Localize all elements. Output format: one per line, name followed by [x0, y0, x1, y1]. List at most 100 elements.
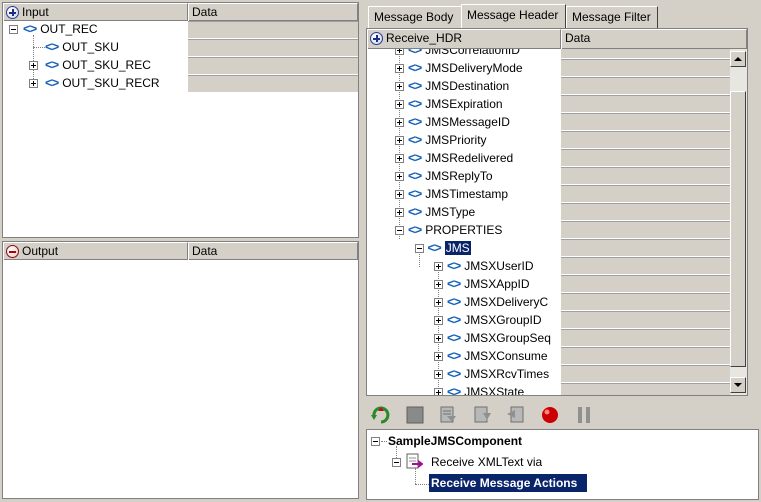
data-cell[interactable]: [188, 21, 358, 39]
expand-toggle-icon[interactable]: [395, 82, 404, 91]
data-cell[interactable]: [561, 383, 731, 395]
scroll-thumb[interactable]: [730, 91, 746, 367]
expand-toggle-icon[interactable]: [395, 190, 404, 199]
data-cell[interactable]: [561, 59, 731, 77]
data-cell[interactable]: [561, 203, 731, 221]
tree-node-jmsxuserid[interactable]: <> JMSXUserID: [447, 257, 534, 275]
data-cell[interactable]: [561, 293, 731, 311]
data-cell[interactable]: [561, 185, 731, 203]
data-cell[interactable]: [561, 149, 731, 167]
step-into-icon[interactable]: [471, 404, 493, 426]
data-cell[interactable]: [561, 257, 731, 275]
pause-icon[interactable]: [573, 404, 595, 426]
data-cell[interactable]: [561, 329, 731, 347]
data-cell[interactable]: [188, 39, 358, 57]
data-cell[interactable]: [561, 95, 731, 113]
expand-toggle-icon[interactable]: [29, 79, 38, 88]
data-cell[interactable]: [561, 221, 731, 239]
data-cell[interactable]: [561, 131, 731, 149]
step-icon[interactable]: [437, 404, 459, 426]
tree-node-jmspriority[interactable]: <> JMSPriority: [408, 131, 487, 149]
expand-toggle-icon[interactable]: [434, 334, 443, 343]
input-header: Input Data: [3, 3, 358, 21]
vertical-scrollbar[interactable]: [730, 49, 747, 395]
expand-toggle-icon[interactable]: [434, 388, 443, 395]
tree-node-jmsmessageid[interactable]: <> JMSMessageID: [408, 113, 510, 131]
tab-message-header[interactable]: Message Header: [461, 4, 566, 28]
step-out-icon[interactable]: [505, 404, 527, 426]
expand-toggle-icon[interactable]: [29, 61, 38, 70]
expand-toggle-icon[interactable]: [434, 352, 443, 361]
output-header-cell[interactable]: Output: [3, 242, 188, 260]
refresh-icon[interactable]: [370, 404, 392, 426]
collapse-circle-icon[interactable]: [6, 245, 19, 258]
tree-node-receive-message-actions[interactable]: Receive Message Actions: [429, 474, 588, 492]
tree-node-jmsreplyto[interactable]: <> JMSReplyTo: [408, 167, 493, 185]
expand-toggle-icon[interactable]: [434, 316, 443, 325]
expand-circle-icon[interactable]: [6, 6, 19, 19]
tree-node-sample-jms-component[interactable]: SampleJMSComponent: [388, 432, 522, 450]
expand-toggle-icon[interactable]: [395, 136, 404, 145]
tree-node-jmsxgroupid[interactable]: <> JMSXGroupID: [447, 311, 542, 329]
header-data-column-header[interactable]: Data: [561, 29, 747, 49]
record-icon[interactable]: [539, 404, 561, 426]
data-cell[interactable]: [188, 57, 358, 75]
expand-toggle-icon[interactable]: [434, 280, 443, 289]
receive-hdr-header[interactable]: Receive_HDR: [367, 29, 561, 49]
expand-toggle-icon[interactable]: [395, 100, 404, 109]
expand-toggle-icon[interactable]: [395, 154, 404, 163]
tree-node-jms[interactable]: <> JMS: [428, 239, 471, 257]
data-cell[interactable]: [561, 167, 731, 185]
stop-icon[interactable]: [404, 404, 426, 426]
tree-node-jmsexpiration[interactable]: <> JMSExpiration: [408, 95, 503, 113]
tree-node-jmsxconsume[interactable]: <> JMSXConsume: [447, 347, 548, 365]
expand-circle-icon[interactable]: [370, 32, 383, 45]
tab-message-body[interactable]: Message Body: [368, 6, 462, 28]
tree-node-jmsdestination[interactable]: <> JMSDestination: [408, 77, 509, 95]
tree-node-jmsxstate[interactable]: <> JMSXState: [447, 383, 524, 395]
expand-toggle-icon[interactable]: [395, 208, 404, 217]
tree-node-jmscorrelationid[interactable]: <> JMSCorrelationID: [408, 49, 520, 59]
data-cell[interactable]: [561, 311, 731, 329]
tree-node-out-sku-rec[interactable]: <> OUT_SKU_REC: [45, 56, 151, 74]
tree-node-out-rec[interactable]: <> OUT_REC: [23, 20, 98, 38]
collapse-toggle-icon[interactable]: [414, 244, 424, 253]
tree-node-jmsdeliverymode[interactable]: <> JMSDeliveryMode: [408, 59, 523, 77]
scroll-down-button[interactable]: [730, 377, 746, 393]
expand-toggle-icon[interactable]: [395, 118, 404, 127]
expand-toggle-icon[interactable]: [395, 172, 404, 181]
tab-message-filter[interactable]: Message Filter: [566, 6, 658, 28]
tree-node-jmsxrcvtimes[interactable]: <> JMSXRcvTimes: [447, 365, 549, 383]
tree-node-jmstimestamp[interactable]: <> JMSTimestamp: [408, 185, 508, 203]
input-header-cell[interactable]: Input: [3, 3, 188, 21]
expand-toggle-icon[interactable]: [434, 262, 443, 271]
tree-node-properties[interactable]: <> PROPERTIES: [408, 221, 502, 239]
collapse-toggle-icon[interactable]: [371, 437, 380, 446]
tree-node-receive-xmltext[interactable]: Receive XMLText via: [431, 453, 542, 471]
tree-node-out-sku-recr[interactable]: <> OUT_SKU_RECR: [45, 74, 160, 92]
tree-node-jmstype[interactable]: <> JMSType: [408, 203, 475, 221]
collapse-toggle-icon[interactable]: [392, 458, 401, 467]
data-cell[interactable]: [188, 75, 358, 93]
data-cell[interactable]: [561, 347, 731, 365]
data-cell[interactable]: [561, 275, 731, 293]
expand-toggle-icon[interactable]: [434, 298, 443, 307]
collapse-toggle-icon[interactable]: [9, 25, 18, 34]
tree-node-jmsxappid[interactable]: <> JMSXAppID: [447, 275, 530, 293]
data-cell[interactable]: [561, 49, 731, 59]
tree-node-jmsxgroupseq[interactable]: <> JMSXGroupSeq: [447, 329, 551, 347]
data-cell[interactable]: [561, 239, 731, 257]
scroll-up-button[interactable]: [730, 51, 746, 67]
data-cell[interactable]: [561, 77, 731, 95]
data-cell[interactable]: [561, 365, 731, 383]
tree-node-out-sku[interactable]: <> OUT_SKU: [45, 38, 119, 56]
tree-node-jmsxdeliveryc[interactable]: <> JMSXDeliveryC: [447, 293, 548, 311]
expand-toggle-icon[interactable]: [395, 64, 404, 73]
input-data-header[interactable]: Data: [188, 3, 358, 21]
tree-node-jmsredelivered[interactable]: <> JMSRedelivered: [408, 149, 513, 167]
collapse-toggle-icon[interactable]: [395, 226, 404, 235]
expand-toggle-icon[interactable]: [395, 49, 404, 55]
data-cell[interactable]: [561, 113, 731, 131]
expand-toggle-icon[interactable]: [434, 370, 443, 379]
output-data-header[interactable]: Data: [188, 242, 358, 260]
